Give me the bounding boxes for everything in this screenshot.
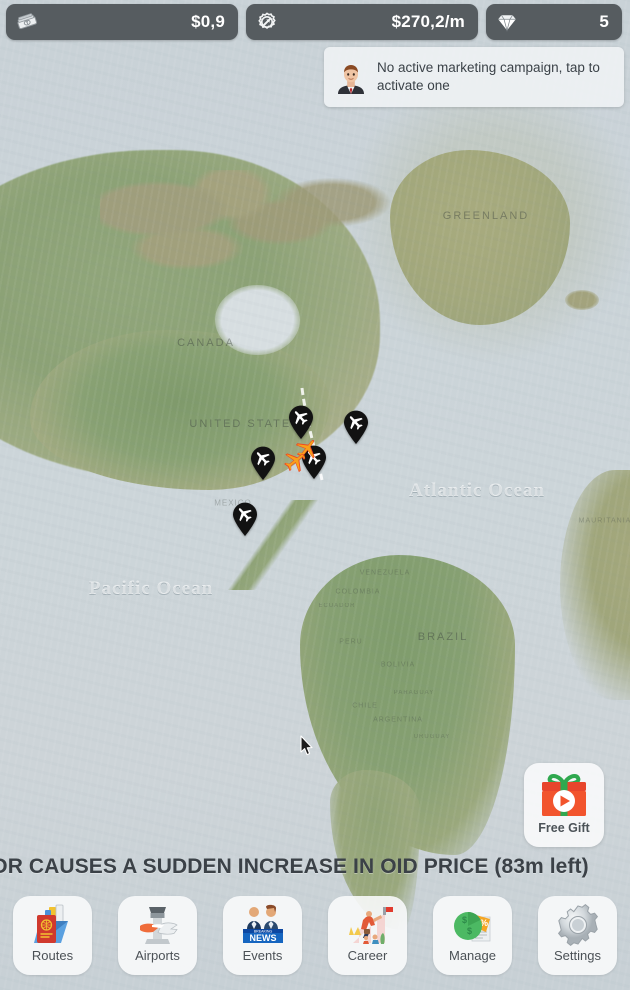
money-stack-icon [15, 10, 39, 34]
passport-tickets-icon [28, 901, 78, 949]
resource-hud: $0,9 $270,2/m 5 [0, 0, 630, 44]
nav-item-events[interactable]: BREAKINGNEWSEvents [223, 896, 302, 975]
pie-chart-money-icon: %$$ [448, 901, 498, 949]
nav-item-label: Settings [554, 948, 601, 963]
gear-arrow-icon [255, 10, 279, 34]
game-screen: GREENLANDCANADAUNITED STATESMEXICOVENEZU… [0, 0, 630, 990]
nav-item-manage[interactable]: %$$Manage [433, 896, 512, 975]
svg-text:NEWS: NEWS [249, 933, 276, 943]
income-pill[interactable]: $270,2/m [246, 4, 478, 40]
bottom-navigation: Routes Airports BREAKINGNEWSEvents Career %$… [0, 896, 630, 982]
career-climb-icon [343, 901, 393, 949]
nav-item-settings[interactable]: Settings [538, 896, 617, 975]
airport-marker-southwest[interactable] [232, 502, 258, 536]
control-tower-plane-icon [133, 901, 183, 949]
diamond-icon [495, 10, 519, 34]
news-ticker[interactable]: ROR CAUSES A SUDDEN INCREASE IN OID PRIC… [0, 855, 630, 885]
svg-text:$: $ [462, 915, 467, 925]
marketing-campaign-toast[interactable]: No active marketing campaign, tap to act… [324, 47, 624, 107]
free-gift-button[interactable]: Free Gift [524, 763, 604, 847]
money-pill[interactable]: $0,9 [6, 4, 238, 40]
toast-message: No active marketing campaign, tap to act… [377, 59, 614, 95]
income-value: $270,2/m [392, 12, 465, 32]
ocean-label-atlantic-ocean: Atlantic Ocean [409, 480, 545, 502]
airport-marker-northeast[interactable] [343, 410, 369, 444]
nav-item-career[interactable]: Career [328, 896, 407, 975]
ocean-label-pacific-ocean: Pacific Ocean [89, 578, 213, 600]
mouse-cursor [300, 735, 314, 756]
airport-marker-central[interactable] [250, 446, 276, 480]
breaking-news-icon: BREAKINGNEWS [238, 901, 288, 949]
nav-item-airports[interactable]: Airports [118, 896, 197, 975]
nav-item-label: Events [243, 948, 283, 963]
nav-item-label: Airports [135, 948, 180, 963]
nav-item-label: Routes [32, 948, 73, 963]
news-ticker-text: ROR CAUSES A SUDDEN INCREASE IN OID PRIC… [0, 855, 589, 879]
svg-text:$: $ [467, 926, 472, 936]
money-value: $0,9 [191, 12, 225, 32]
nav-item-routes[interactable]: Routes [13, 896, 92, 975]
gear-icon [553, 901, 603, 949]
nav-item-label: Career [348, 948, 388, 963]
gems-pill[interactable]: 5 [486, 4, 622, 40]
gift-box-play-icon [536, 768, 592, 820]
businessman-avatar-icon [334, 60, 368, 94]
gems-value: 5 [599, 12, 609, 32]
nav-item-label: Manage [449, 948, 496, 963]
free-gift-label: Free Gift [538, 821, 589, 835]
